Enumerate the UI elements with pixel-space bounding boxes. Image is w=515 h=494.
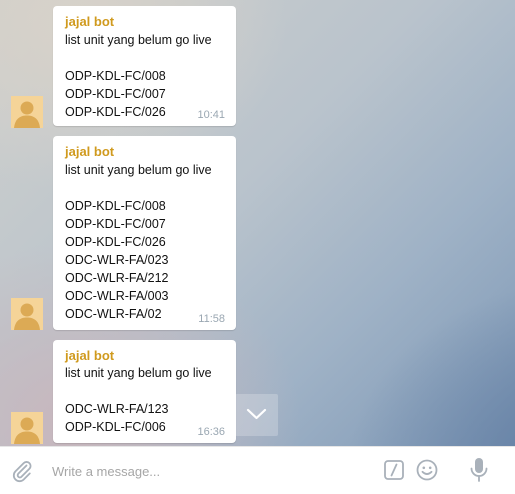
message-text-line: ODC-WLR-FA/02 <box>65 307 162 321</box>
bot-command-button[interactable] <box>384 460 404 480</box>
voice-record-button[interactable] <box>469 457 489 483</box>
message-composer <box>0 446 515 494</box>
message-bubble[interactable]: jajal bot list unit yang belum go live O… <box>53 6 236 126</box>
message-text-line: list unit yang belum go live <box>65 163 212 177</box>
chevron-down-icon <box>246 408 267 420</box>
message-sender[interactable]: jajal bot <box>65 348 114 363</box>
message-text-line: ODC-WLR-FA/123 <box>65 402 169 416</box>
message-time: 16:36 <box>197 426 225 438</box>
avatar[interactable] <box>11 298 43 330</box>
message-text-line: list unit yang belum go live <box>65 366 212 380</box>
message-bubble[interactable]: jajal bot list unit yang belum go live O… <box>53 136 236 330</box>
message-sender[interactable]: jajal bot <box>65 144 114 159</box>
message-input[interactable] <box>50 460 354 482</box>
avatar[interactable] <box>11 412 43 444</box>
message-bubble[interactable]: jajal bot list unit yang belum go live O… <box>53 340 236 443</box>
message-text-line: ODC-WLR-FA/003 <box>65 289 169 303</box>
message-time: 11:58 <box>198 313 225 325</box>
message-time: 10:41 <box>197 109 225 121</box>
user-silhouette-icon <box>11 298 43 330</box>
message-text-line: ODP-KDL-FC/008 <box>65 69 166 83</box>
emoji-button[interactable] <box>416 459 438 481</box>
message-text-line: ODP-KDL-FC/007 <box>65 87 166 101</box>
message-text-line: ODC-WLR-FA/023 <box>65 253 169 267</box>
message-text-line: list unit yang belum go live <box>65 33 212 47</box>
emoji-icon <box>416 459 438 481</box>
scroll-to-bottom-button[interactable] <box>235 394 278 436</box>
chat-area[interactable]: jajal bot list unit yang belum go live O… <box>0 0 515 446</box>
message-text-line: ODP-KDL-FC/026 <box>65 235 166 249</box>
message-text-line: ODP-KDL-FC/006 <box>65 420 166 434</box>
message-text-line: ODP-KDL-FC/007 <box>65 217 166 231</box>
message-text-line: ODC-WLR-FA/212 <box>65 271 169 285</box>
message-text-line: ODP-KDL-FC/026 <box>65 105 166 119</box>
user-silhouette-icon <box>11 412 43 444</box>
attach-button[interactable] <box>11 459 33 483</box>
user-silhouette-icon <box>11 96 43 128</box>
message-sender[interactable]: jajal bot <box>65 14 114 29</box>
microphone-icon <box>470 458 488 482</box>
paperclip-icon <box>12 461 32 483</box>
message-text-line: ODP-KDL-FC/008 <box>65 199 166 213</box>
avatar[interactable] <box>11 96 43 128</box>
bot-command-icon <box>384 460 404 480</box>
